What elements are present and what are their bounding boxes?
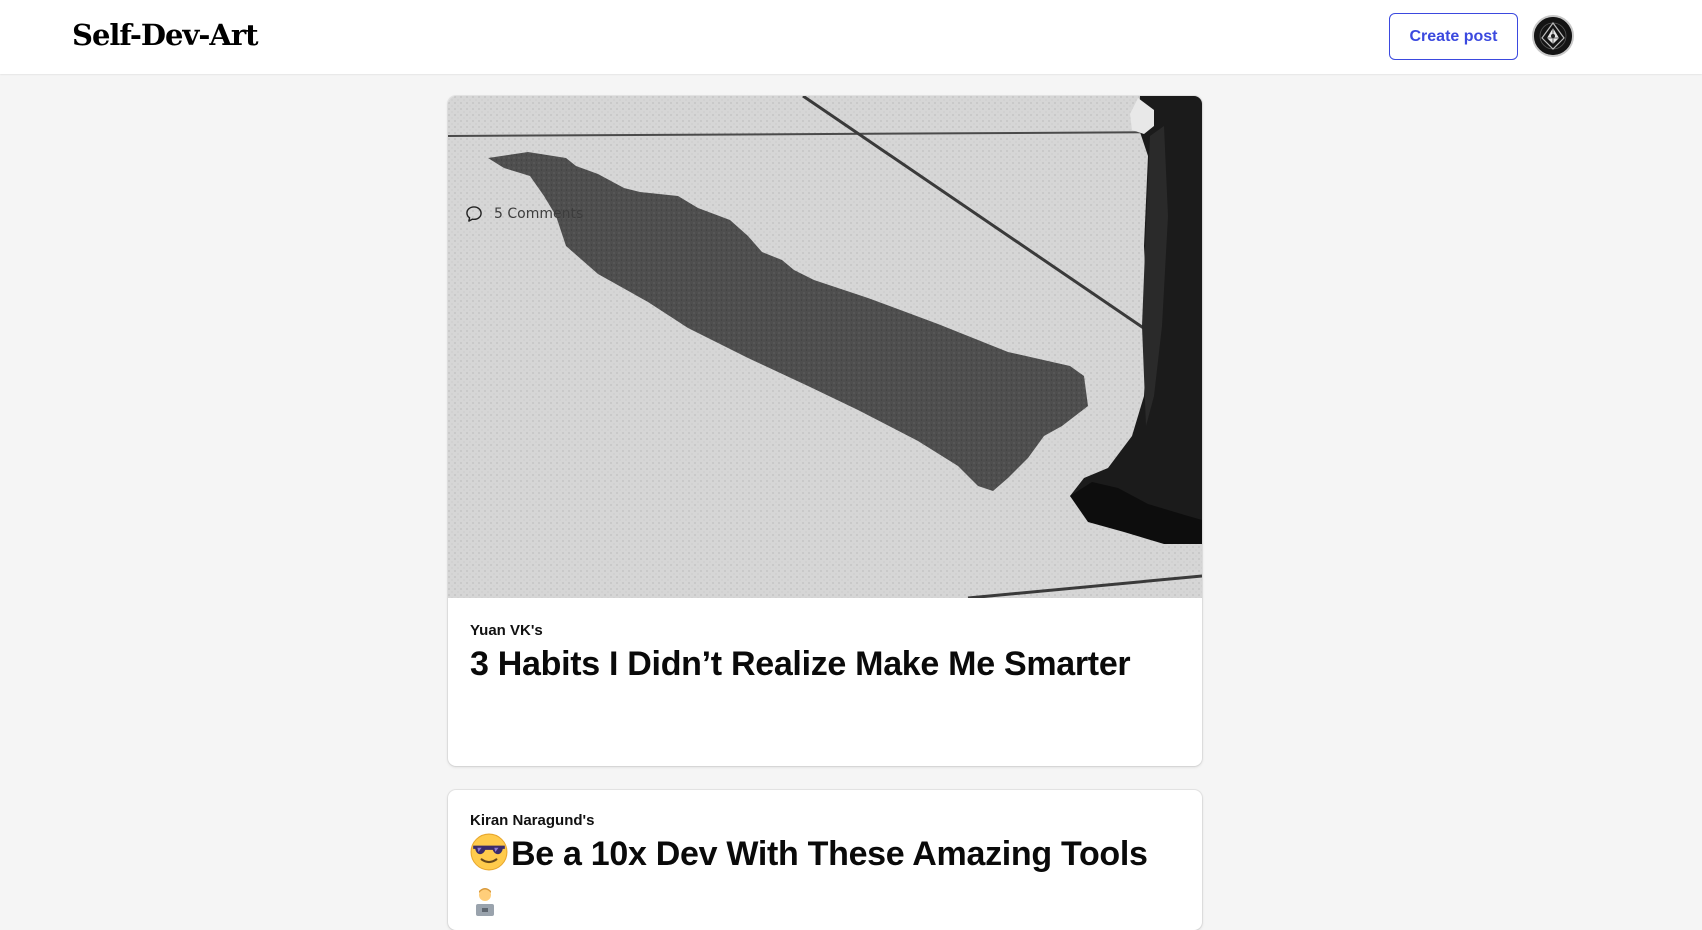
post-card[interactable]: Yuan VK's 3 Habits I Didn’t Realize Make… xyxy=(448,96,1202,766)
comments-count: 5 Comments xyxy=(494,206,584,222)
post-title-link[interactable]: Be a 10x Dev With These Amazing Tools xyxy=(470,833,1180,875)
post-title[interactable]: 3 Habits I Didn’t Realize Make Me Smarte… xyxy=(470,643,1180,685)
top-navbar: Self-Dev-Art Create post xyxy=(0,0,1702,74)
site-logo[interactable]: Self-Dev-Art xyxy=(72,18,259,52)
user-avatar[interactable] xyxy=(1532,15,1574,57)
post-author[interactable]: Yuan VK's xyxy=(470,622,1180,639)
create-post-button[interactable]: Create post xyxy=(1389,13,1518,60)
post-card[interactable]: Kiran Naragund's Be a 10x Dev With These… xyxy=(448,790,1202,930)
sunglasses-emoji-icon xyxy=(470,833,508,871)
comment-icon xyxy=(466,206,482,222)
comments-button[interactable]: 5 Comments xyxy=(458,200,589,228)
technologist-emoji-icon xyxy=(476,888,494,916)
post-title: Be a 10x Dev With These Amazing Tools xyxy=(511,835,1148,873)
post-cover-image[interactable] xyxy=(448,96,1202,598)
post-body: Yuan VK's 3 Habits I Didn’t Realize Make… xyxy=(470,622,1180,685)
post-author[interactable]: Kiran Naragund's xyxy=(470,812,1180,829)
post-body: Kiran Naragund's Be a 10x Dev With These… xyxy=(470,812,1180,875)
avatar-image xyxy=(1534,17,1572,55)
